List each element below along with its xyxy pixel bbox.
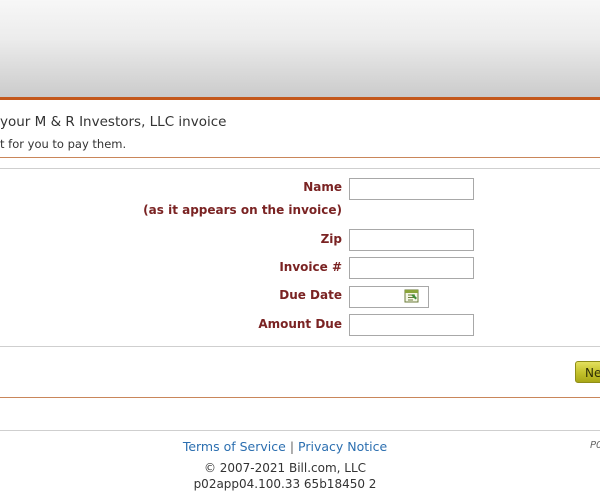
terms-of-service-link[interactable]: Terms of Service: [183, 439, 286, 454]
page-title: your M & R Investors, LLC invoice: [0, 114, 227, 130]
due-date-label: Due Date: [279, 288, 342, 302]
footer-divider: [0, 430, 600, 431]
zip-input[interactable]: [349, 229, 474, 251]
name-label: Name: [303, 180, 342, 194]
zip-label: Zip: [320, 232, 342, 246]
form-top-divider: [0, 168, 600, 169]
copyright-text: © 2007-2021 Bill.com, LLC: [203, 461, 367, 475]
footer-links: Terms of Service | Privacy Notice: [0, 439, 570, 454]
page-subtitle: t for you to pay them.: [0, 137, 127, 151]
build-info: p02app04.100.33 65b18450 2: [193, 477, 377, 491]
header-banner: [0, 0, 600, 97]
name-input[interactable]: [349, 178, 474, 200]
footer-separator: |: [289, 439, 295, 454]
header-divider: [0, 97, 600, 100]
invoice-number-input[interactable]: [349, 257, 474, 279]
privacy-notice-link[interactable]: Privacy Notice: [298, 439, 387, 454]
calendar-icon[interactable]: [404, 288, 420, 303]
invoice-number-label: Invoice #: [279, 260, 342, 274]
footer-corner-text: P0: [590, 440, 600, 451]
title-divider: [0, 157, 600, 158]
next-button[interactable]: Next: [575, 361, 600, 383]
amount-due-label: Amount Due: [258, 317, 342, 331]
amount-due-input[interactable]: [349, 314, 474, 336]
form-bottom-divider: [0, 346, 600, 347]
content-divider: [0, 397, 600, 398]
name-hint: (as it appears on the invoice): [143, 203, 342, 217]
